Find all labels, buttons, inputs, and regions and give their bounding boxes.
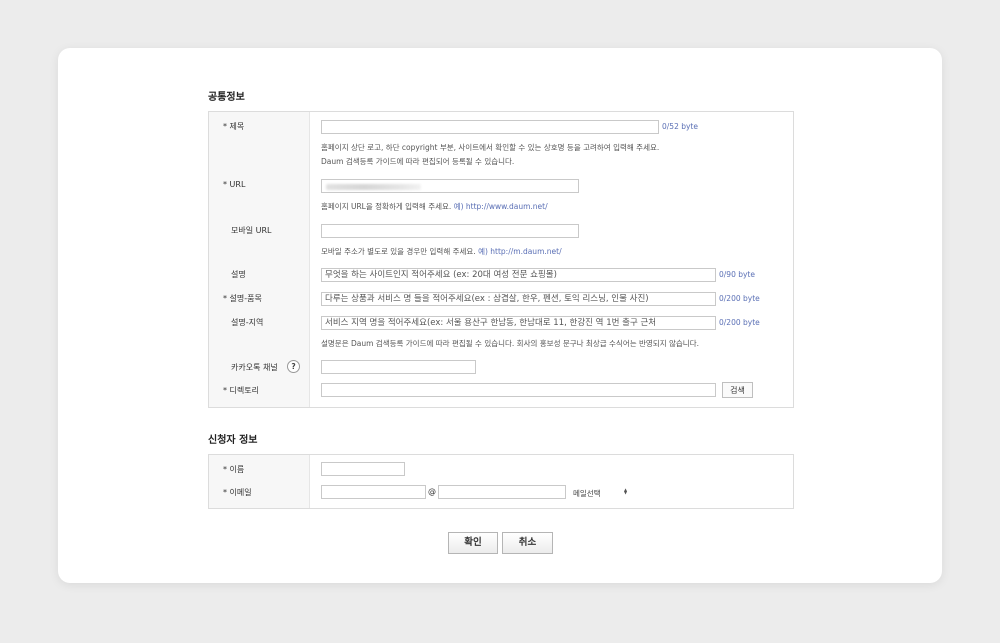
url-help-text: 홈페이지 URL을 정확하게 입력해 주세요. bbox=[321, 202, 452, 211]
title-label: * 제목 bbox=[223, 122, 245, 131]
form-card: 공통정보 * 제목 0/52 byte 홈페이지 상단 로고, 하단 copyr… bbox=[58, 48, 942, 583]
label-column bbox=[209, 455, 310, 508]
desc-item-byte-count: 0/200 byte bbox=[719, 294, 760, 303]
email-label: * 이메일 bbox=[223, 488, 252, 497]
desc-byte-count: 0/90 byte bbox=[719, 270, 755, 279]
confirm-button[interactable]: 확인 bbox=[448, 532, 498, 554]
url-example: 예) http://www.daum.net/ bbox=[453, 202, 548, 211]
email-select-value: 메일선택 bbox=[573, 489, 601, 498]
email-domain-input[interactable] bbox=[438, 485, 566, 499]
title-help-line1: 홈페이지 상단 로고, 하단 copyright 부분, 사이트에서 확인할 수… bbox=[321, 143, 660, 152]
help-question-icon[interactable]: ? bbox=[287, 360, 300, 373]
desc-region-input[interactable]: 서비스 지역 명을 적어주세요(ex: 서울 용산구 한남동, 한남대로 11,… bbox=[321, 316, 716, 330]
email-at-sign: @ bbox=[428, 487, 436, 496]
directory-input[interactable] bbox=[321, 383, 716, 397]
email-local-input[interactable] bbox=[321, 485, 426, 499]
url-blurred-value bbox=[326, 184, 421, 190]
kakao-channel-label: 카카오톡 채널 bbox=[231, 363, 278, 372]
desc-region-byte-count: 0/200 byte bbox=[719, 318, 760, 327]
desc-item-input[interactable]: 다루는 상품과 서비스 명 들을 적어주세요(ex : 삼겹살, 한우, 펜션,… bbox=[321, 292, 716, 306]
desc-region-label: 설명-지역 bbox=[231, 318, 264, 327]
title-input[interactable] bbox=[321, 120, 659, 134]
title-help-line2: Daum 검색등록 가이드에 따라 편집되어 등록될 수 있습니다. bbox=[321, 157, 515, 166]
mobile-url-example: 예) http://m.daum.net/ bbox=[478, 247, 562, 256]
directory-search-button[interactable]: 검색 bbox=[722, 382, 753, 398]
mobile-url-input[interactable] bbox=[321, 224, 579, 238]
desc-label: 설명 bbox=[231, 270, 246, 279]
url-input[interactable] bbox=[321, 179, 579, 193]
email-domain-select[interactable]: 메일선택 ▲▼ bbox=[573, 487, 633, 499]
cancel-button[interactable]: 취소 bbox=[502, 532, 553, 554]
mobile-url-help: 모바일 주소가 별도로 있을 경우만 입력해 주세요. 예) http://m.… bbox=[321, 245, 562, 258]
updown-arrow-icon: ▲▼ bbox=[623, 487, 628, 493]
name-label: * 이름 bbox=[223, 465, 245, 474]
url-label: * URL bbox=[223, 180, 246, 189]
section-title-common: 공통정보 bbox=[208, 92, 245, 103]
title-byte-count: 0/52 byte bbox=[662, 122, 698, 131]
section-title-applicant: 신청자 정보 bbox=[208, 435, 258, 446]
kakao-channel-input[interactable] bbox=[321, 360, 476, 374]
directory-label: * 디렉토리 bbox=[223, 386, 259, 395]
desc-region-help: 설명문은 Daum 검색등록 가이드에 따라 편집될 수 있습니다. 회사의 홍… bbox=[321, 339, 699, 348]
url-help: 홈페이지 URL을 정확하게 입력해 주세요. 예) http://www.da… bbox=[321, 200, 548, 213]
mobile-url-help-text: 모바일 주소가 별도로 있을 경우만 입력해 주세요. bbox=[321, 247, 476, 256]
common-info-form: * 제목 0/52 byte 홈페이지 상단 로고, 하단 copyright … bbox=[208, 111, 794, 408]
name-input[interactable] bbox=[321, 462, 405, 476]
desc-input[interactable]: 무엇을 하는 사이트인지 적어주세요 (ex: 20대 여성 전문 쇼핑몰) bbox=[321, 268, 716, 282]
desc-item-label: * 설명-품목 bbox=[223, 294, 262, 303]
mobile-url-label: 모바일 URL bbox=[231, 226, 272, 235]
applicant-info-form: * 이름 * 이메일 @ 메일선택 ▲▼ bbox=[208, 454, 794, 509]
